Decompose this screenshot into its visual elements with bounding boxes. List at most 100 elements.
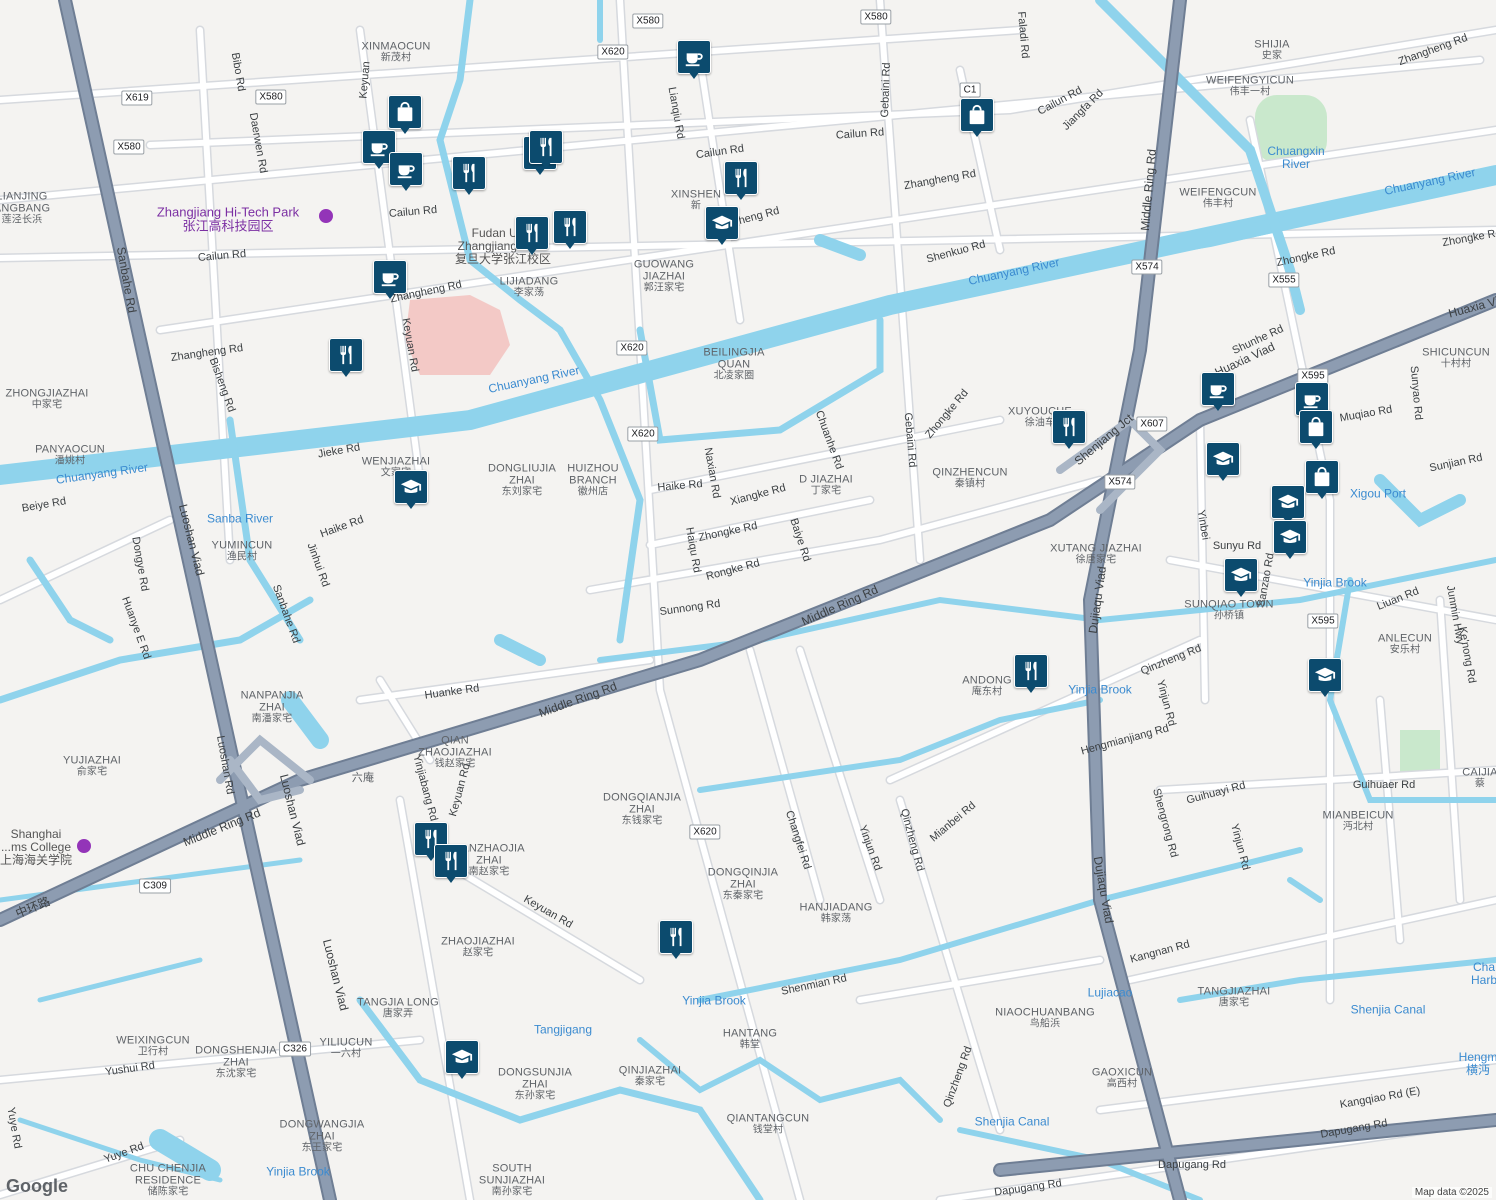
restaurant-icon [452, 156, 486, 190]
school-icon [1271, 485, 1305, 519]
shield-x555: X555 [1268, 272, 1300, 288]
marker-restaurant-24[interactable] [1014, 654, 1048, 694]
restaurant-icon [529, 130, 563, 164]
restaurant-icon [329, 338, 363, 372]
marker-tip [1212, 403, 1224, 411]
marker-tip [405, 501, 417, 509]
shield-x620: X620 [627, 426, 659, 442]
marker-tip [716, 237, 728, 245]
marker-cafe-11[interactable] [373, 260, 407, 300]
marker-tip [540, 161, 552, 169]
shield-x620: X620 [616, 340, 648, 356]
cafe-icon [1201, 372, 1235, 406]
shopping-icon [960, 98, 994, 132]
shield-x620: X620 [689, 824, 721, 840]
marker-tip [373, 161, 385, 169]
marker-tip [526, 247, 538, 255]
school-icon [1224, 558, 1258, 592]
school-icon [705, 206, 739, 240]
restaurant-icon [553, 210, 587, 244]
marker-school-23[interactable] [1224, 558, 1258, 598]
shield-x580: X580 [113, 139, 145, 155]
marker-school-29[interactable] [445, 1040, 479, 1080]
shield-x595: X595 [1307, 613, 1339, 629]
marker-tip [456, 1071, 468, 1079]
marker-tip [971, 129, 983, 137]
marker-shopping-13[interactable] [960, 98, 994, 138]
marker-restaurant-4[interactable] [452, 156, 486, 196]
marker-restaurant-10[interactable] [529, 130, 563, 170]
restaurant-icon [515, 216, 549, 250]
shopping-icon [1299, 410, 1333, 444]
shield-x607: X607 [1136, 416, 1168, 432]
marker-tip [1025, 685, 1037, 693]
marker-shopping-20[interactable] [1305, 460, 1339, 500]
restaurant-icon [1052, 410, 1086, 444]
marker-tip [564, 241, 576, 249]
shield-x619: X619 [121, 90, 153, 106]
marker-tip [1310, 441, 1322, 449]
shield-x580: X580 [255, 89, 287, 105]
marker-tip [463, 187, 475, 195]
marker-restaurant-7[interactable] [553, 210, 587, 250]
shield-x580: X580 [860, 9, 892, 25]
shield-c326: C326 [279, 1041, 311, 1057]
shield-x574: X574 [1104, 474, 1136, 490]
marker-tip [735, 192, 747, 200]
shopping-icon [388, 95, 422, 129]
map-attribution[interactable]: Map data ©2025 [1411, 1187, 1492, 1198]
marker-tip [688, 71, 700, 79]
marker-tip [1063, 441, 1075, 449]
marker-tip [1316, 491, 1328, 499]
marker-restaurant-28[interactable] [659, 920, 693, 960]
marker-school-25[interactable] [1308, 658, 1342, 698]
google-logo: Google [6, 1176, 68, 1196]
marker-restaurant-12[interactable] [329, 338, 363, 378]
shopping-icon [1305, 460, 1339, 494]
school-icon [1308, 658, 1342, 692]
landmark-icon[interactable] [77, 839, 91, 853]
cafe-icon [677, 40, 711, 74]
school-icon [1273, 520, 1307, 554]
cafe-icon [389, 152, 423, 186]
marker-tip [1284, 551, 1296, 559]
shield-c1: C1 [959, 82, 981, 98]
marker-cafe-0[interactable] [677, 40, 711, 80]
marker-tip [670, 951, 682, 959]
marker-tip [384, 291, 396, 299]
marker-tip [1217, 473, 1229, 481]
school-icon [1206, 442, 1240, 476]
marker-cafe-3[interactable] [389, 152, 423, 192]
marker-school-8[interactable] [705, 206, 739, 246]
marker-tip [400, 183, 412, 191]
marker-shopping-1[interactable] [388, 95, 422, 135]
cafe-icon [373, 260, 407, 294]
restaurant-icon [434, 844, 468, 878]
marker-tip [399, 126, 411, 134]
marker-restaurant-27[interactable] [434, 844, 468, 884]
marker-restaurant-6[interactable] [515, 216, 549, 256]
marker-school-14[interactable] [394, 470, 428, 510]
marker-tip [445, 875, 457, 883]
restaurant-icon [724, 161, 758, 195]
marker-school-21[interactable] [1271, 485, 1305, 525]
restaurant-icon [1014, 654, 1048, 688]
school-icon [445, 1040, 479, 1074]
camera-icon[interactable] [319, 209, 333, 223]
marker-restaurant-15[interactable] [1052, 410, 1086, 450]
shield-x574: X574 [1131, 259, 1163, 275]
marker-school-22[interactable] [1273, 520, 1307, 560]
marker-restaurant-9[interactable] [724, 161, 758, 201]
shield-x620: X620 [597, 44, 629, 60]
marker-tip [1235, 589, 1247, 597]
school-icon [394, 470, 428, 504]
marker-shopping-18[interactable] [1299, 410, 1333, 450]
marker-school-19[interactable] [1206, 442, 1240, 482]
shield-c309: C309 [139, 878, 171, 894]
map-canvas[interactable]: X580 X580 X620 X619 X580 X580 X620 X620 … [0, 0, 1496, 1200]
marker-cafe-16[interactable] [1201, 372, 1235, 412]
marker-tip [340, 369, 352, 377]
restaurant-icon [659, 920, 693, 954]
marker-tip [1319, 689, 1331, 697]
shield-x580: X580 [632, 13, 664, 29]
